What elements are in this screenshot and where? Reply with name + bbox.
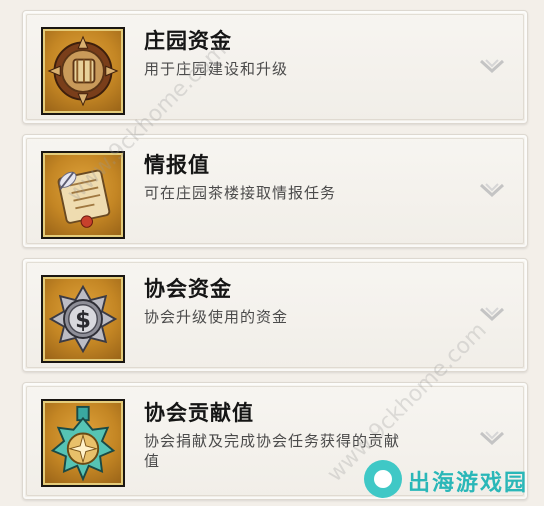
- chevron-down-icon[interactable]: [479, 181, 505, 201]
- resource-title: 协会贡献值: [144, 400, 254, 425]
- estate-funds-coin-icon: [43, 29, 123, 113]
- icon-frame: [41, 399, 125, 487]
- logo-mark-icon: [364, 460, 402, 498]
- site-logo: 出海游戏园: [356, 458, 536, 500]
- chevron-down-icon[interactable]: [479, 429, 505, 449]
- resource-title: 庄园资金: [144, 28, 232, 53]
- guild-contribution-medal-icon: [43, 401, 123, 485]
- resource-card-intel[interactable]: 情报值 可在庄园茶楼接取情报任务: [22, 134, 528, 248]
- logo-text: 出海游戏园: [408, 471, 529, 496]
- resource-description: 协会升级使用的资金: [144, 308, 289, 326]
- icon-frame: $: [41, 275, 125, 363]
- icon-frame: [41, 27, 125, 115]
- intel-scroll-icon: [43, 153, 123, 237]
- chevron-down-icon[interactable]: [479, 57, 505, 77]
- resource-title: 情报值: [144, 152, 210, 177]
- icon-frame: [41, 151, 125, 239]
- resource-description: 用于庄园建设和升级: [144, 60, 289, 78]
- svg-text:$: $: [75, 308, 91, 334]
- resource-card-guild-funds[interactable]: $ 协会资金 协会升级使用的资金: [22, 258, 528, 372]
- resource-card-estate-funds[interactable]: 庄园资金 用于庄园建设和升级: [22, 10, 528, 124]
- resource-description: 可在庄园茶楼接取情报任务: [144, 184, 337, 202]
- resource-title: 协会资金: [144, 276, 232, 301]
- chevron-down-icon[interactable]: [479, 305, 505, 325]
- guild-funds-dollar-icon: $: [43, 277, 123, 361]
